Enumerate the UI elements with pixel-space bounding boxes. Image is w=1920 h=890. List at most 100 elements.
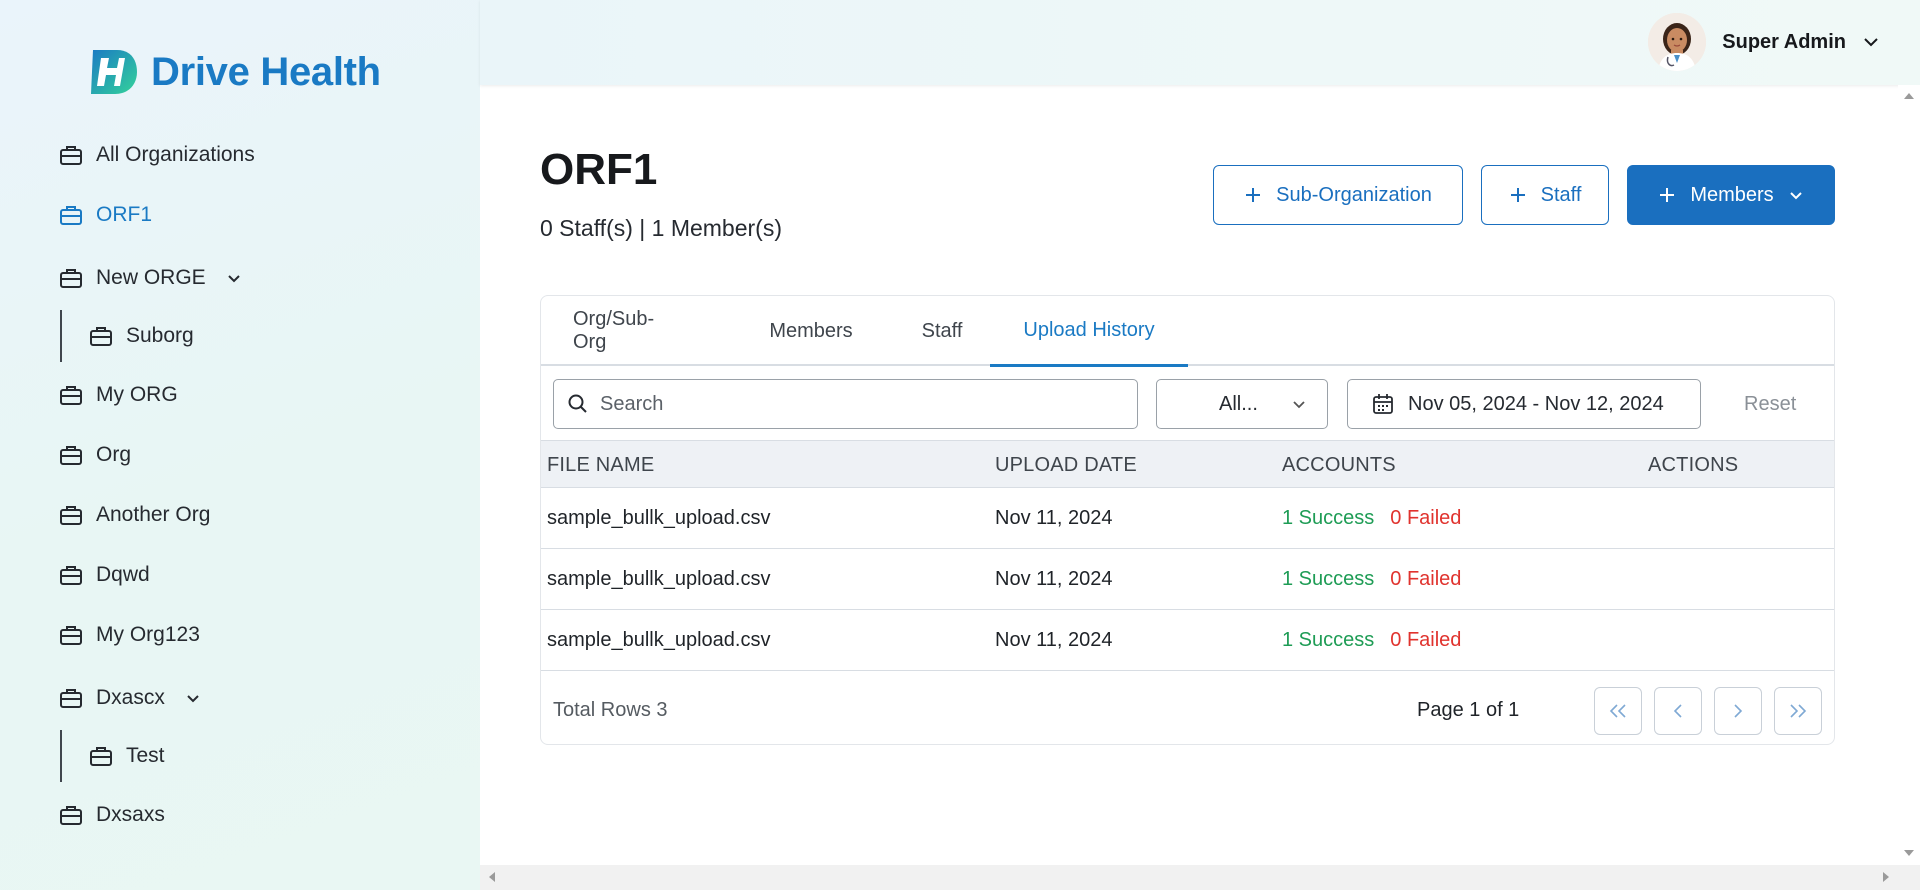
first-page-button[interactable]: [1594, 687, 1642, 735]
sidebar-item-dxsaxs[interactable]: Dxsaxs: [60, 800, 165, 830]
accounts-cell: 1 Success 0 Failed: [1282, 488, 1461, 549]
calendar-icon: [1373, 394, 1393, 414]
scroll-up-arrow-icon[interactable]: [1903, 90, 1915, 102]
add-sub-organization-button[interactable]: Sub-Organization: [1213, 165, 1463, 225]
success-count: 1 Success: [1282, 507, 1375, 529]
last-page-button[interactable]: [1774, 687, 1822, 735]
double-chevron-right-icon: [1790, 704, 1807, 718]
date-range-value: Nov 05, 2024 - Nov 12, 2024: [1408, 392, 1664, 415]
sidebar-item-new-orge[interactable]: New ORGE: [60, 263, 242, 293]
table-row[interactable]: sample_bullk_upload.csv Nov 11, 2024 1 S…: [541, 610, 1834, 671]
scroll-down-arrow-icon[interactable]: [1903, 847, 1915, 859]
brand-logo[interactable]: Drive Health: [87, 48, 381, 96]
add-members-button[interactable]: Members: [1627, 165, 1835, 225]
user-menu[interactable]: Super Admin: [1648, 13, 1880, 71]
column-header-actions: ACTIONS: [1648, 453, 1739, 476]
plus-icon: [1510, 188, 1525, 202]
upload-date-cell: Nov 11, 2024: [995, 568, 1113, 590]
tab-staff[interactable]: Staff: [913, 296, 971, 366]
failed-count: 0 Failed: [1390, 507, 1462, 529]
org-details-card: Org/Sub-Org Members Staff Upload History…: [540, 295, 1835, 745]
success-count: 1 Success: [1282, 568, 1375, 590]
chevron-down-icon[interactable]: [1862, 33, 1880, 51]
tab-org-sub-org[interactable]: Org/Sub-Org: [573, 296, 685, 366]
sidebar-item-suborg[interactable]: Suborg: [90, 321, 194, 351]
page-title: ORF1: [540, 145, 658, 194]
filter-bar: All... Nov 05, 2024 - Nov 12, 2024 Reset: [541, 366, 1834, 440]
date-range-picker[interactable]: Nov 05, 2024 - Nov 12, 2024: [1347, 379, 1701, 429]
table-row[interactable]: sample_bullk_upload.csv Nov 11, 2024 1 S…: [541, 488, 1834, 549]
briefcase-icon: [90, 327, 112, 346]
accounts-cell: 1 Success 0 Failed: [1282, 610, 1461, 671]
file-name-cell: sample_bullk_upload.csv: [547, 507, 771, 529]
sidebar-item-orf1[interactable]: ORF1: [60, 200, 152, 230]
double-chevron-left-icon: [1609, 704, 1626, 718]
sidebar-item-label: Org: [96, 443, 132, 466]
sidebar-item-label: My ORG: [96, 383, 178, 406]
tab-upload-history[interactable]: Upload History: [990, 296, 1188, 367]
sidebar-item-test[interactable]: Test: [90, 741, 165, 771]
total-rows: Total Rows 3: [553, 698, 668, 721]
previous-page-button[interactable]: [1654, 687, 1702, 735]
user-name: Super Admin: [1722, 30, 1846, 53]
sidebar-item-label: ORF1: [96, 203, 153, 226]
sidebar-item-label: Another Org: [96, 503, 211, 526]
sidebar-item-my-org123[interactable]: My Org123: [60, 620, 200, 650]
next-page-button[interactable]: [1714, 687, 1762, 735]
top-header: Super Admin: [480, 0, 1920, 85]
sidebar-item-label: Dxsaxs: [96, 803, 165, 826]
failed-count: 0 Failed: [1390, 568, 1462, 590]
sidebar-item-label: Dqwd: [96, 563, 150, 586]
search-box[interactable]: [553, 379, 1138, 429]
briefcase-icon: [60, 146, 82, 165]
doctor-avatar-icon: [1648, 13, 1707, 71]
plus-icon: [1660, 188, 1675, 202]
drive-health-logo-icon: [91, 50, 137, 94]
sidebar-item-dqwd[interactable]: Dqwd: [60, 560, 150, 590]
avatar[interactable]: [1648, 13, 1707, 71]
briefcase-icon: [60, 269, 82, 288]
button-label: Staff: [1540, 183, 1582, 206]
sidebar-item-dxascx[interactable]: Dxascx: [60, 683, 201, 713]
chevron-down-icon[interactable]: [226, 270, 242, 286]
scroll-left-arrow-icon[interactable]: [486, 871, 498, 883]
table-row[interactable]: sample_bullk_upload.csv Nov 11, 2024 1 S…: [541, 549, 1834, 610]
upload-date-cell: Nov 11, 2024: [995, 507, 1113, 529]
table-header: FILE NAME UPLOAD DATE ACCOUNTS ACTIONS: [541, 440, 1834, 488]
chevron-down-icon: [1293, 401, 1305, 409]
search-input[interactable]: [600, 392, 1120, 416]
chevron-left-icon: [1673, 704, 1682, 718]
accounts-cell: 1 Success 0 Failed: [1282, 549, 1461, 610]
main-content: ORF1 0 Staff(s) | 1 Member(s) Sub-Organi…: [480, 85, 1898, 865]
pagination-bar: Total Rows 3 Page 1 of 1: [541, 674, 1834, 746]
column-header-accounts[interactable]: ACCOUNTS: [1282, 441, 1396, 489]
tab-bar: Org/Sub-Org Members Staff Upload History: [541, 296, 1834, 367]
select-value: All...: [1219, 392, 1258, 415]
search-icon: [568, 394, 587, 413]
upload-date-cell: Nov 11, 2024: [995, 629, 1113, 651]
scroll-right-arrow-icon[interactable]: [1880, 871, 1892, 883]
add-staff-button[interactable]: Staff: [1481, 165, 1609, 225]
briefcase-icon: [60, 446, 82, 465]
horizontal-scrollbar[interactable]: [480, 865, 1920, 890]
upload-history-table: FILE NAME UPLOAD DATE ACCOUNTS ACTIONS s…: [541, 440, 1834, 671]
tab-members[interactable]: Members: [761, 296, 861, 366]
vertical-scrollbar[interactable]: [1898, 85, 1920, 865]
sidebar-item-org[interactable]: Org: [60, 440, 131, 470]
sidebar-item-another-org[interactable]: Another Org: [60, 500, 210, 530]
sidebar: Drive Health All Organizations ORF1 New …: [0, 0, 480, 890]
column-header-file-name[interactable]: FILE NAME: [547, 441, 654, 489]
success-count: 1 Success: [1282, 629, 1375, 651]
briefcase-icon: [60, 206, 82, 225]
sidebar-item-my-org[interactable]: My ORG: [60, 380, 178, 410]
chevron-right-icon: [1734, 704, 1743, 718]
sidebar-item-label: New ORGE: [96, 266, 206, 289]
sidebar-item-all-organizations[interactable]: All Organizations: [60, 140, 255, 170]
tree-connector-line: [60, 730, 62, 782]
status-select[interactable]: All...: [1156, 379, 1328, 429]
chevron-down-icon[interactable]: [185, 690, 201, 706]
reset-button[interactable]: Reset: [1744, 379, 1796, 429]
briefcase-icon: [60, 506, 82, 525]
column-header-upload-date[interactable]: UPLOAD DATE: [995, 441, 1137, 489]
file-name-cell: sample_bullk_upload.csv: [547, 568, 771, 590]
